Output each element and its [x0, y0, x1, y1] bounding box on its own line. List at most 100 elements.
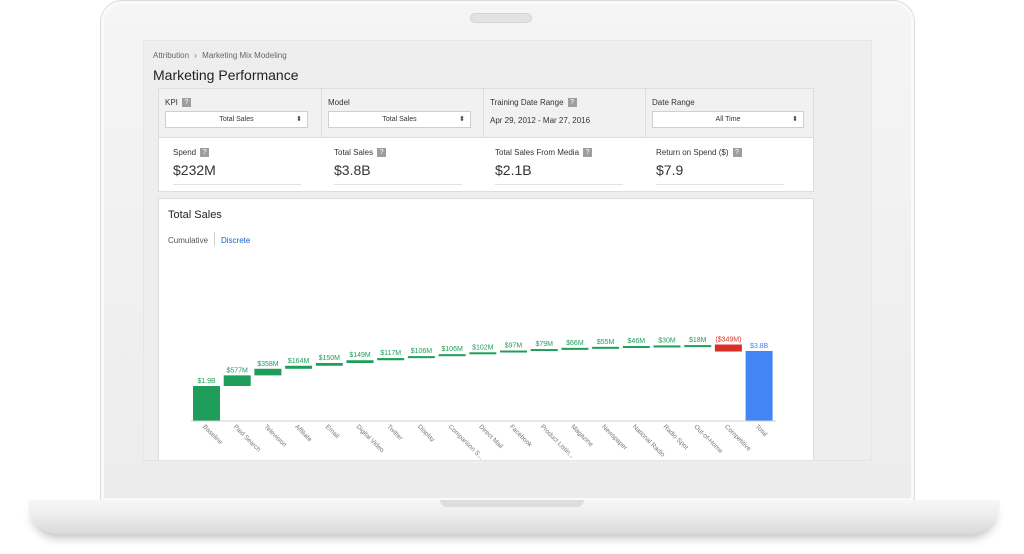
filter-training-date-range: Training Date Range? Apr 29, 2012 - Mar … — [483, 89, 645, 139]
select-arrows-icon: ⬍ — [296, 116, 302, 123]
laptop-base-notch — [440, 500, 584, 507]
bar-total[interactable] — [745, 351, 773, 421]
training-date-range-value: Apr 29, 2012 - Mar 27, 2016 — [490, 116, 591, 125]
screen: Attribution › Marketing Mix Modeling Mar… — [143, 40, 872, 461]
filter-kpi-label: KPI — [165, 98, 178, 107]
category-label: Twitter — [385, 423, 404, 442]
date-range-select[interactable]: All Time ⬍ — [652, 111, 804, 128]
bar-affiliate[interactable] — [285, 365, 313, 369]
data-label: $106M — [441, 346, 463, 353]
kpi-label: Total Sales From Media — [495, 148, 580, 157]
kpi-value: $232M — [173, 162, 216, 178]
select-arrows-icon: ⬍ — [792, 116, 798, 123]
category-label: Display — [416, 423, 437, 444]
bar-paid-search[interactable] — [223, 375, 251, 386]
bar-direct-mail[interactable] — [469, 352, 497, 355]
data-label: $79M — [535, 341, 553, 348]
bar-digital-video[interactable] — [346, 360, 374, 363]
bar-newspaper[interactable] — [592, 346, 620, 349]
category-label: Out-of-Home — [692, 423, 724, 455]
category-label: Product Listin... — [539, 423, 576, 460]
breadcrumb-current: Marketing Mix Modeling — [202, 51, 287, 60]
kpi-label: Total Sales — [334, 148, 374, 157]
kpi-divider — [334, 184, 462, 185]
breadcrumb-separator: › — [194, 51, 197, 60]
filter-panel: KPI? Total Sales ⬍ Model Total Sales ⬍ T… — [158, 88, 814, 139]
help-icon[interactable]: ? — [567, 98, 577, 108]
model-select[interactable]: Total Sales ⬍ — [328, 111, 471, 128]
bar-facebook[interactable] — [500, 350, 527, 353]
bar-email[interactable] — [315, 362, 343, 366]
page-title: Marketing Performance — [153, 67, 299, 83]
kpi-divider — [173, 184, 301, 185]
data-label: $358M — [257, 361, 279, 368]
category-label: Affiliate — [293, 423, 313, 443]
kpi-label: Spend — [173, 148, 197, 157]
bar-competitive[interactable] — [714, 344, 742, 352]
filter-model-label: Model — [328, 98, 350, 107]
model-select-value: Total Sales — [382, 116, 417, 123]
breadcrumb-root[interactable]: Attribution — [153, 51, 189, 60]
data-label: $102M — [472, 344, 494, 351]
category-label: National Radio — [631, 423, 666, 458]
category-label: Total — [754, 423, 769, 438]
kpi-select-value: Total Sales — [219, 116, 254, 123]
filter-training-label: Training Date Range — [490, 98, 564, 107]
data-label: $46M — [628, 338, 646, 345]
filter-model: Model Total Sales ⬍ — [321, 89, 483, 139]
category-label: Radio Spot — [662, 423, 690, 451]
kpi-divider — [495, 184, 623, 185]
data-label: $577M — [226, 367, 248, 374]
kpi-value: $3.8B — [334, 162, 371, 178]
data-label: $97M — [505, 343, 523, 350]
data-label: $1.9B — [197, 378, 216, 385]
bar-television[interactable] — [254, 368, 282, 376]
kpi-value: $7.9 — [656, 162, 684, 178]
filter-date-range-label: Date Range — [652, 98, 695, 107]
kpi-value: $2.1B — [495, 162, 532, 178]
category-label: Email — [324, 423, 341, 440]
category-label: Newspaper — [600, 423, 629, 452]
waterfall-chart: $1.9B Baseline $577M Paid Search $358M Televi… — [191, 337, 777, 460]
kpi-summary: Spend? $232M Total Sales? $3.8B Total Sa… — [158, 138, 814, 192]
laptop-camera — [470, 13, 532, 23]
help-icon[interactable]: ? — [200, 148, 210, 158]
data-label: $30M — [658, 337, 676, 344]
data-label: $106M — [411, 348, 433, 355]
data-label: $117M — [380, 350, 401, 357]
bar-display[interactable] — [407, 356, 435, 359]
category-label: Magazine — [569, 423, 594, 448]
bar-twitter[interactable] — [377, 358, 405, 361]
category-label: Television — [262, 423, 287, 448]
data-label: $164M — [288, 358, 310, 365]
breadcrumb: Attribution › Marketing Mix Modeling — [153, 51, 290, 60]
category-label: Paid Search — [232, 423, 262, 453]
data-label: $55M — [597, 339, 615, 346]
data-label: $150M — [319, 355, 341, 362]
bar-out-of-home[interactable] — [684, 345, 712, 348]
category-label: Baseline — [201, 423, 224, 446]
category-label: Digital Video — [355, 423, 386, 454]
kpi-divider — [656, 184, 784, 185]
data-label: $149M — [349, 352, 371, 359]
bar-product-listin-[interactable] — [530, 349, 558, 352]
kpi-label: Return on Spend ($) — [656, 148, 729, 157]
date-range-select-value: All Time — [715, 116, 741, 123]
bar-baseline[interactable] — [193, 386, 220, 421]
kpi-select[interactable]: Total Sales ⬍ — [165, 111, 308, 128]
bar-comparison-s-[interactable] — [438, 354, 466, 357]
total-sales-card: Total Sales Cumulative Discrete $1.9B Bas… — [158, 198, 814, 460]
help-icon[interactable]: ? — [377, 148, 387, 158]
filter-kpi: KPI? Total Sales ⬍ — [159, 89, 321, 139]
bar-national-radio[interactable] — [622, 345, 650, 348]
data-label: ($349M) — [715, 337, 741, 344]
category-label: Direct Mail — [477, 423, 504, 450]
select-arrows-icon: ⬍ — [459, 116, 465, 123]
help-icon[interactable]: ? — [732, 148, 742, 158]
bar-radio-spot[interactable] — [653, 345, 681, 348]
category-label: Facebook — [508, 423, 534, 449]
help-icon[interactable]: ? — [181, 98, 191, 108]
help-icon[interactable]: ? — [583, 148, 593, 158]
bar-magazine[interactable] — [561, 347, 589, 350]
filter-date-range: Date Range All Time ⬍ — [645, 89, 813, 139]
